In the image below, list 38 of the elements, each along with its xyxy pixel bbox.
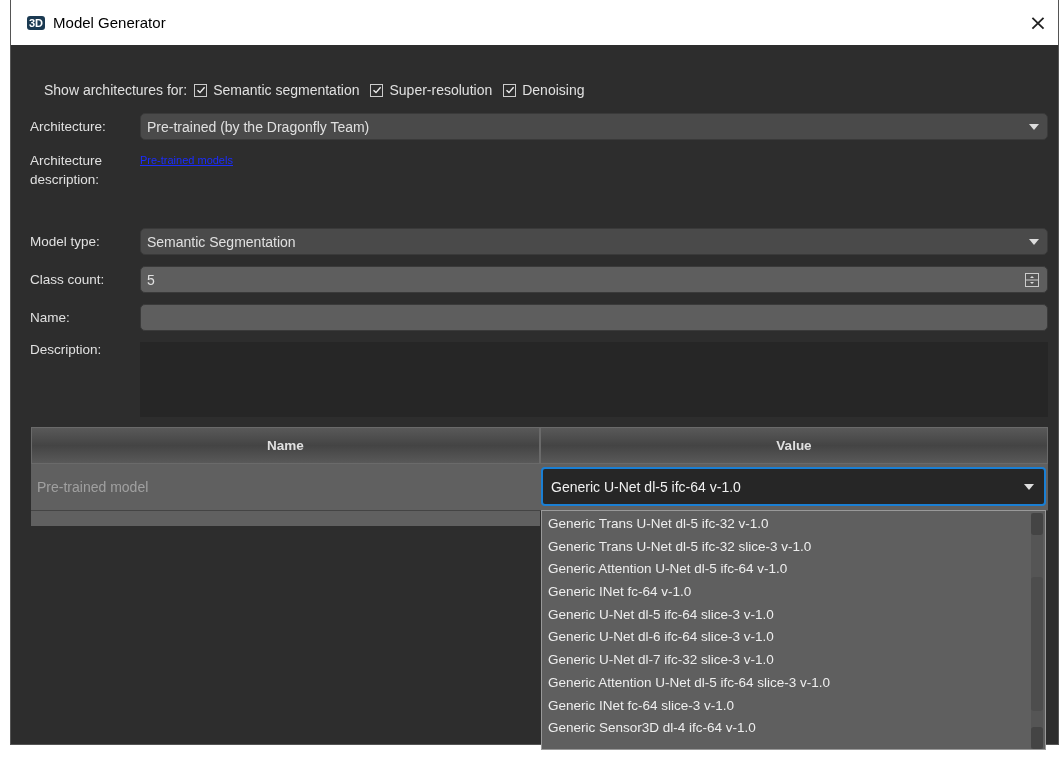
architecture-dropdown[interactable]: Pre-trained (by the Dragonfly Team) (140, 113, 1048, 140)
model-type-dropdown[interactable]: Semantic Segmentation (140, 228, 1048, 255)
field-label: Architecture description: (30, 152, 104, 189)
field-label: Class count: (30, 272, 106, 287)
caret-icon (1024, 483, 1034, 490)
list-item[interactable]: Generic Attention U-Net dl-5 ifc-64 v-1.0 (542, 558, 1031, 582)
name-field[interactable] (140, 304, 1048, 331)
list-item[interactable]: Generic U-Net dl-5 ifc-64 slice-3 v-1.0 (542, 603, 1031, 627)
checkbox-label[interactable]: Denoising (522, 82, 585, 98)
list-item[interactable]: Generic Attention U-Net dl-5 ifc-64 slice-3 v-1.0 (542, 671, 1031, 695)
checkbox-label[interactable]: Semantic segmentation (213, 82, 360, 98)
checkbox[interactable] (370, 83, 384, 97)
window-title: Model Generator (53, 14, 167, 31)
close-button[interactable]: × (1018, 10, 1058, 35)
list-item[interactable]: Generic Trans U-Net dl-5 ifc-32 slice-3 v-1.0 (542, 535, 1031, 559)
list-item[interactable]: Generic INet fc-64 slice-3 v-1.0 (542, 694, 1031, 718)
field-label: Architecture: (30, 119, 107, 134)
field-label: Name: (30, 310, 71, 325)
caret-icon (1029, 123, 1039, 130)
checkbox[interactable] (503, 83, 517, 97)
field-label: Description: (30, 342, 103, 357)
list-item[interactable]: Generic Sensor3D dl-4 ifc-64 v-1.0 (542, 717, 1031, 740)
column-header[interactable]: Value (540, 427, 1048, 464)
checkbox-label[interactable]: Super-resolution (389, 82, 493, 98)
spinner-icon[interactable] (1025, 272, 1039, 287)
field-label: Model type: (30, 234, 101, 249)
table-cell-text: Pre-trained model (36, 478, 150, 497)
class-count-field[interactable]: 5 (140, 266, 1048, 293)
list-item[interactable]: Generic Trans U-Net dl-5 ifc-32 v-1.0 (542, 513, 1031, 536)
column-header[interactable]: Name (31, 427, 540, 464)
scrollbar[interactable] (1031, 513, 1043, 749)
app-logo: 3D (27, 15, 46, 30)
list-item[interactable]: Generic INet fc-64 v-1.0 (542, 581, 1031, 604)
checkbox[interactable] (194, 83, 208, 97)
list-item[interactable]: Generic U-Net dl-7 ifc-32 slice-3 v-1.0 (542, 649, 1031, 672)
filter-label: Show architectures for: (44, 82, 188, 98)
caret-icon (1029, 238, 1039, 245)
list-item[interactable]: Generic U-Net dl-6 ifc-64 slice-3 v-1.0 (542, 626, 1031, 650)
